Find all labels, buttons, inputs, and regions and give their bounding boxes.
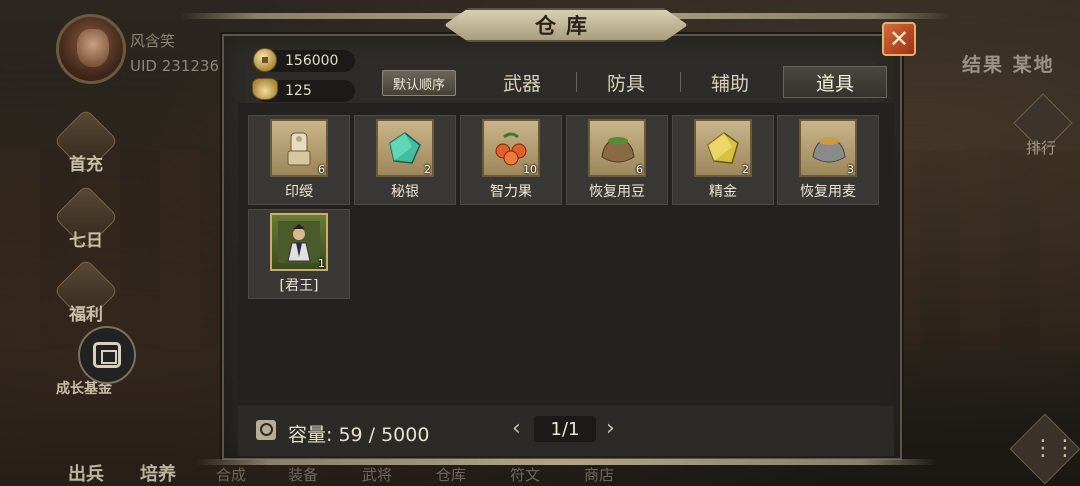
tab-auxiliary[interactable]: 辅助: [678, 66, 782, 98]
location-title: 结果 某地: [962, 54, 1055, 76]
welfare-button[interactable]: 福利: [53, 258, 119, 325]
nav-dispatch[interactable]: 出兵: [68, 460, 104, 486]
nav-generals[interactable]: 武将: [362, 464, 392, 485]
sort-button[interactable]: 默认顺序: [382, 70, 456, 96]
item-name: 精金: [709, 184, 737, 200]
menu-icon: ⋮⋮: [1032, 436, 1076, 461]
player-uid: UID 2312368: [130, 57, 229, 75]
nav-runes[interactable]: 符文: [510, 464, 540, 485]
player-avatar[interactable]: [56, 14, 126, 84]
king-portrait-icon: [278, 221, 320, 263]
item-cell-recovery-wheat[interactable]: 3 恢复用麦: [777, 115, 879, 205]
vr-icon: [93, 342, 121, 368]
item-name: 秘银: [391, 184, 419, 200]
seven-day-button[interactable]: 七日: [53, 184, 119, 251]
item-cell-fine-gold[interactable]: 2 精金: [672, 115, 774, 205]
wheat-sack-icon: [812, 137, 846, 163]
item-name: 智力果: [490, 184, 532, 200]
nav-train[interactable]: 培养: [140, 460, 176, 486]
chevron-left-icon[interactable]: ‹: [512, 416, 521, 441]
rank-label: 排行: [1026, 139, 1057, 157]
nav-warehouse[interactable]: 仓库: [436, 464, 466, 485]
chevron-right-icon[interactable]: ›: [606, 416, 615, 441]
item-cell-recovery-beans[interactable]: 6 恢复用豆: [566, 115, 668, 205]
search-icon[interactable]: [256, 420, 276, 440]
player-name: 风含笑: [130, 32, 176, 50]
item-name: 恢复用麦: [800, 184, 856, 200]
tab-armor[interactable]: 防具: [574, 66, 678, 98]
seal-icon: [287, 132, 311, 166]
item-name: 印绶: [285, 184, 313, 200]
nav-synthesize[interactable]: 合成: [216, 464, 246, 485]
vr-button[interactable]: [78, 326, 136, 384]
coin-amount: 156000: [285, 53, 339, 69]
panel-title-plate: 仓库: [444, 8, 688, 42]
coin-icon: [253, 48, 277, 72]
panel-bottom-ornament: [196, 459, 936, 465]
tab-items[interactable]: 道具: [783, 66, 887, 98]
gold-gem-icon: [707, 132, 739, 164]
capacity-text: 容量: 59 / 5000: [288, 424, 430, 446]
panel-title: 仓库: [535, 14, 597, 38]
bean-sack-icon: [601, 137, 635, 163]
item-cell-seal[interactable]: 6 印绶: [248, 115, 350, 205]
page-indicator: 1/1: [534, 416, 596, 442]
item-cell-mithril[interactable]: 2 秘银: [354, 115, 456, 205]
first-recharge-button[interactable]: 首充: [53, 108, 119, 175]
nav-shop[interactable]: 商店: [584, 464, 614, 485]
ingot-icon: [252, 78, 278, 100]
item-name: 恢复用豆: [589, 184, 645, 200]
nav-equipment[interactable]: 装备: [288, 464, 318, 485]
close-icon: ✕: [888, 25, 910, 53]
item-cell-king[interactable]: 1 [君王]: [248, 209, 350, 299]
item-cell-wisdom-fruit[interactable]: 10 智力果: [460, 115, 562, 205]
mithril-gem-icon: [389, 132, 421, 164]
ingot-amount: 125: [285, 83, 312, 99]
ingot-balance: 125: [252, 78, 355, 102]
item-name: [君王]: [279, 278, 319, 294]
close-button[interactable]: ✕: [882, 22, 916, 56]
tab-weapons[interactable]: 武器: [470, 66, 574, 98]
coin-balance: 156000: [253, 48, 355, 72]
